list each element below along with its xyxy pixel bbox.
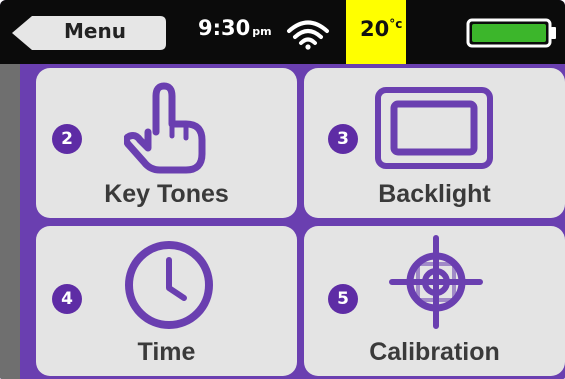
status-bar: Menu 9:30 pm 20°c xyxy=(0,0,565,64)
device-screen: Menu 9:30 pm 20°c 2 Key Tones 3 Backligh… xyxy=(0,0,565,379)
clock-icon xyxy=(125,241,213,329)
backlight-screen-icon xyxy=(375,87,493,169)
crosshair-target-icon xyxy=(389,235,483,329)
key-tones-tile[interactable]: 2 Key Tones xyxy=(36,68,297,218)
temperature-value: 20°c xyxy=(360,17,403,41)
tile-number-badge: 2 xyxy=(52,124,82,154)
battery-level-fill xyxy=(472,24,546,42)
clock: 9:30 pm xyxy=(198,16,272,46)
backlight-label: Backlight xyxy=(378,180,491,208)
backlight-tile[interactable]: 3 Backlight xyxy=(304,68,565,218)
time-label: Time xyxy=(137,338,196,366)
clock-time: 9:30 xyxy=(198,16,251,40)
key-tones-label: Key Tones xyxy=(104,180,229,208)
battery-icon xyxy=(466,18,556,48)
tile-number-badge: 4 xyxy=(52,284,82,314)
calibration-tile[interactable]: 5 Calibration xyxy=(304,226,565,376)
temperature-indicator: 20°c xyxy=(346,0,406,64)
clock-ampm: pm xyxy=(252,25,272,38)
time-tile[interactable]: 4 Time xyxy=(36,226,297,376)
tile-number-badge: 3 xyxy=(328,124,358,154)
menu-label: Menu xyxy=(64,19,126,43)
wifi-icon xyxy=(287,20,329,50)
side-strip xyxy=(0,64,20,379)
touch-hand-icon xyxy=(124,82,206,174)
temperature-unit: °c xyxy=(389,17,403,31)
calibration-label: Calibration xyxy=(369,338,500,366)
menu-back-button[interactable]: Menu xyxy=(10,14,168,52)
tile-number-badge: 5 xyxy=(328,284,358,314)
